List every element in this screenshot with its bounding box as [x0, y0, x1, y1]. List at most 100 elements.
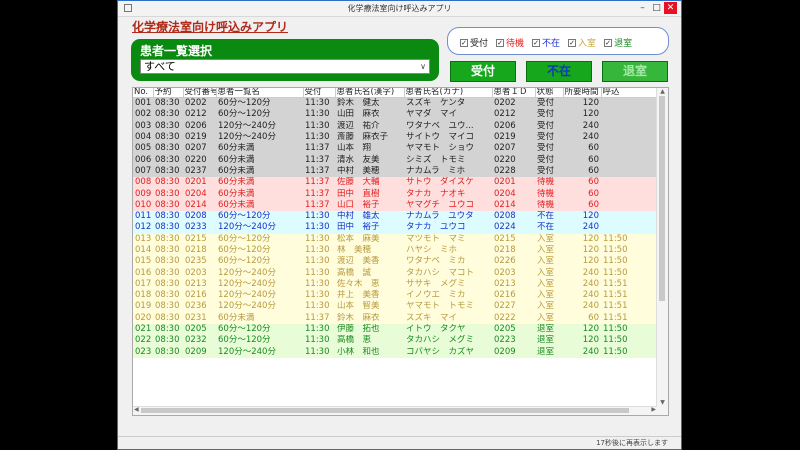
scroll-left-icon[interactable]: ◀	[134, 406, 139, 413]
cell-rcpt: 0204	[183, 188, 216, 200]
filter-2[interactable]: ✓ 不在	[532, 36, 560, 49]
scroll-down-icon[interactable]: ▼	[657, 399, 668, 406]
cell-acc: 11:30	[303, 97, 335, 110]
column-header[interactable]: 患者氏名(漢字)	[335, 88, 405, 98]
table-row[interactable]: 015 08:30 0235 60分〜120分 11:30 渡辺 美香 ワタナベ ミカ 022…	[133, 256, 657, 268]
cell-call	[601, 177, 657, 189]
filter-1[interactable]: ✓ 待機	[496, 36, 524, 49]
filter-checkbox[interactable]: ✓	[532, 38, 541, 47]
table-row[interactable]: 022 08:30 0232 60分〜120分 11:30 高橋 恵タカハシ メグミ 022…	[133, 335, 657, 347]
cell-pid: 0219	[492, 131, 535, 144]
column-header[interactable]: 所要時間	[563, 88, 602, 98]
horizontal-scrollbar[interactable]: ◀ ▶	[133, 406, 657, 415]
cell-status: 受付	[535, 165, 563, 178]
table-row[interactable]: 017 08:30 0213 120分〜240分 11:30 佐々木 恵ササキ メグミ 02…	[133, 278, 657, 291]
cell-no: 012	[133, 222, 153, 234]
filter-0[interactable]: ✓ 受付	[460, 36, 488, 49]
cell-call: 11:51	[601, 278, 657, 291]
filter-checkbox[interactable]: ✓	[604, 38, 613, 47]
filter-4[interactable]: ✓ 退室	[604, 36, 632, 49]
table-row[interactable]: 019 08:30 0236 120分〜240分 11:30 山本 智美 ヤマモト トモミ 0…	[133, 301, 657, 313]
cell-acc: 11:37	[303, 188, 335, 200]
patient-list-select[interactable]: すべて ∨	[140, 59, 430, 74]
table-row[interactable]: 023 08:30 0209 120分〜240分 11:30 小林 和也 コバヤシ カズヤ 0…	[133, 346, 657, 358]
cell-rcpt: 0232	[183, 335, 216, 347]
column-header[interactable]: 呼込	[601, 88, 658, 98]
scroll-up-icon[interactable]: ▲	[657, 88, 668, 95]
table-row[interactable]: 003 08:30 0206 120分〜240分 11:30 渡辺 祐介 ワタナベ ユウ..…	[133, 120, 657, 132]
cell-acc: 11:30	[303, 301, 335, 313]
cell-kanji: 佐々木 恵	[335, 278, 404, 291]
vertical-scrollbar[interactable]: ▲ ▼	[656, 88, 668, 415]
cell-pid: 0202	[492, 97, 535, 110]
cell-kana: ササキ メグミ	[404, 278, 492, 291]
table-row[interactable]: 020 08:30 0231 60分未満 11:37 鈴木 麻衣 スズキ マイ 0222 入室 6…	[133, 312, 657, 324]
title-bar[interactable]: 化学療法室向け呼込みアプリ – □ ✕	[118, 1, 681, 17]
maximize-icon[interactable]: □	[650, 2, 663, 14]
cell-list: 120分〜240分	[216, 346, 303, 358]
column-header[interactable]: 患者ＩＤ	[492, 88, 536, 98]
leave-button[interactable]: 退室	[602, 61, 668, 82]
table-row[interactable]: 018 08:30 0216 120分〜240分 11:30 井上 美香 イノウエ ミカ 02…	[133, 290, 657, 302]
accept-button[interactable]: 受付	[450, 61, 516, 82]
table-row[interactable]: 010 08:30 0214 60分未満 11:37 山口 裕子 ヤマグチ ユウコ 0214 待…	[133, 199, 657, 211]
table-row[interactable]: 008 08:30 0201 60分未満 11:37 佐藤 大輔 サトウ ダイスケ 0201 待…	[133, 177, 657, 189]
table-row[interactable]: 005 08:30 0207 60分未満 11:37 山本 翔ヤマモト ショウ 0207 受付…	[133, 143, 657, 155]
cell-rsv: 08:30	[153, 177, 183, 189]
column-header[interactable]: 患者一覧名	[216, 88, 304, 98]
table-row[interactable]: 012 08:30 0233 120分〜240分 11:30 田中 裕子 タナカ ユウコ 02…	[133, 222, 657, 234]
cell-dur: 240	[563, 278, 601, 291]
cell-list: 60分〜120分	[216, 323, 303, 336]
cell-dur: 120	[563, 335, 601, 347]
table-row[interactable]: 006 08:30 0220 60分未満 11:37 清水 友美 シミズ トモミ 0220 受付…	[133, 154, 657, 166]
cell-call	[601, 188, 657, 200]
absent-button[interactable]: 不在	[526, 61, 592, 82]
table-row[interactable]: 002 08:30 0212 60分〜120分 11:30 山田 麻衣 ヤマダ マイ 0212…	[133, 109, 657, 121]
filter-checkbox[interactable]: ✓	[496, 38, 505, 47]
filter-checkbox[interactable]: ✓	[568, 38, 577, 47]
cell-list: 120分〜240分	[216, 278, 303, 291]
cell-list: 120分〜240分	[216, 131, 303, 144]
column-header[interactable]: 状態	[535, 88, 564, 98]
column-header[interactable]: No.	[133, 88, 154, 98]
cell-call	[601, 143, 657, 155]
cell-rcpt: 0212	[183, 109, 216, 121]
cell-list: 60分未満	[216, 188, 303, 200]
cell-status: 受付	[535, 120, 563, 132]
chevron-down-icon[interactable]: ∨	[420, 60, 426, 73]
table-row[interactable]: 004 08:30 0219 120分〜240分 11:30 斎藤 麻衣子 サイトウ マイコ…	[133, 131, 657, 144]
patient-grid[interactable]: No. 予約 受付番号 患者一覧名 受付 患者氏名(漢字) 患者氏名(カナ) 患者ＩＤ 状態 所要…	[132, 87, 669, 416]
filter-checkbox[interactable]: ✓	[460, 38, 468, 47]
cell-rcpt: 0220	[183, 154, 216, 166]
cell-rsv: 08:30	[153, 290, 183, 302]
table-row[interactable]: 021 08:30 0205 60分〜120分 11:30 伊藤 拓也 イトウ タクヤ 020…	[133, 323, 657, 336]
cell-call: 11:50	[601, 256, 657, 268]
cell-rcpt: 0209	[183, 346, 216, 358]
table-row[interactable]: 013 08:30 0215 60分〜120分 11:30 松本 麻美 マツモト マミ 021…	[133, 233, 657, 245]
minimize-icon[interactable]: –	[636, 2, 649, 14]
column-header[interactable]: 予約	[153, 88, 184, 98]
column-header[interactable]: 受付	[303, 88, 336, 98]
horizontal-scroll-thumb[interactable]	[141, 408, 629, 413]
cell-kana: タナカ ユウコ	[404, 222, 492, 234]
cell-no: 005	[133, 143, 153, 155]
cell-kanji: 佐藤 大輔	[335, 177, 404, 189]
scroll-right-icon[interactable]: ▶	[651, 406, 656, 413]
cell-kana: ハヤシ ミホ	[404, 244, 492, 257]
table-row[interactable]: 007 08:30 0237 60分未満 11:37 中村 美穂 ナカムラ ミホ 0228 受付…	[133, 165, 657, 178]
column-header[interactable]: 患者氏名(カナ)	[404, 88, 493, 98]
table-row[interactable]: 009 08:30 0204 60分未満 11:37 田中 直樹 タナカ ナオキ 0204 待機…	[133, 188, 657, 200]
table-row[interactable]: 014 08:30 0218 60分〜120分 11:30 林 美穂 ハヤシ ミホ 0218 入…	[133, 244, 657, 257]
table-row[interactable]: 001 08:30 0202 60分〜120分 11:30 鈴木 健太 スズキ ケンタ 020…	[133, 97, 657, 110]
column-header[interactable]: 受付番号	[183, 88, 217, 98]
cell-dur: 120	[563, 244, 601, 257]
cell-rcpt: 0219	[183, 131, 216, 144]
close-icon[interactable]: ✕	[664, 2, 677, 14]
table-row[interactable]: 016 08:30 0203 120分〜240分 11:30 高橋 誠タカハシ マコト 02…	[133, 267, 657, 279]
cell-kanji: 山本 翔	[335, 143, 404, 155]
filter-3[interactable]: ✓ 入室	[568, 36, 596, 49]
vertical-scroll-thumb[interactable]	[659, 96, 665, 301]
table-row[interactable]: 011 08:30 0208 60分〜120分 11:30 中村 雄太 ナカムラ ユウタ 02…	[133, 210, 657, 223]
cell-call: 11:50	[601, 267, 657, 279]
cell-pid: 0204	[492, 188, 535, 200]
